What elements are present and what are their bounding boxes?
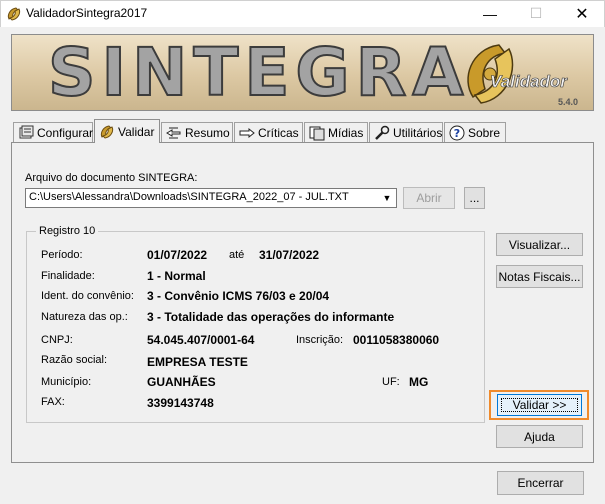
settings-icon — [19, 125, 34, 138]
tab-label: Mídias — [328, 125, 364, 140]
tab-midias[interactable]: Mídias — [304, 122, 368, 142]
group-title: Registro 10 — [36, 225, 99, 237]
razao-value: EMPRESA TESTE — [147, 355, 248, 369]
app-icon — [7, 7, 21, 21]
tab-criticas[interactable]: Críticas — [234, 122, 303, 142]
finalidade-label: Finalidade: — [41, 270, 95, 282]
banner-subtitle: Validador — [490, 72, 567, 92]
file-path-combobox[interactable]: C:\Users\Alessandra\Downloads\SINTEGRA_2… — [25, 188, 397, 208]
visualizar-button[interactable]: Visualizar... — [496, 233, 583, 256]
tab-label: Resumo — [185, 125, 230, 140]
razao-label: Razão social: — [41, 354, 108, 366]
banner-version: 5.4.0 — [558, 97, 579, 107]
open-button[interactable]: Abrir — [403, 187, 455, 209]
municipio-value: GUANHÃES — [147, 375, 216, 389]
convenio-value: 3 - Convênio ICMS 76/03 e 20/04 — [147, 289, 330, 303]
cnpj-label: CNPJ: — [41, 334, 73, 346]
inscricao-label: Inscrição: — [296, 334, 344, 346]
municipio-label: Município: — [41, 376, 92, 388]
media-icon — [309, 126, 325, 140]
help-icon: ? — [449, 125, 465, 140]
natureza-value: 3 - Totalidade das operações do informan… — [147, 310, 395, 324]
finalidade-value: 1 - Normal — [147, 269, 206, 283]
validar-button[interactable]: Validar >> — [497, 394, 582, 416]
encerrar-button[interactable]: Encerrar — [497, 471, 584, 495]
file-label: Arquivo do documento SINTEGRA: — [25, 172, 198, 184]
periodo-label: Período: — [41, 249, 83, 261]
focus-rect — [501, 398, 578, 412]
periodo-inicio: 01/07/2022 — [147, 248, 208, 262]
tab-resumo[interactable]: Resumo — [161, 122, 233, 142]
fax-label: FAX: — [41, 396, 65, 408]
svg-text:?: ? — [454, 127, 460, 140]
window-title: ValidadorSintegra2017 — [26, 6, 148, 20]
banner-title: SINTEGRA — [47, 34, 470, 111]
tab-label: Configurar — [37, 125, 94, 140]
natureza-label: Natureza das op.: — [41, 311, 128, 323]
wrench-icon — [375, 125, 390, 140]
convenio-label: Ident. do convênio: — [41, 290, 134, 302]
ajuda-button[interactable]: Ajuda — [496, 425, 583, 448]
maximize-button[interactable]: ☐ — [513, 0, 559, 27]
periodo-fim: 31/07/2022 — [259, 248, 320, 262]
validator-icon — [100, 124, 114, 139]
tab-utilitarios[interactable]: Utilitários — [369, 122, 443, 142]
fax-value: 3399143748 — [147, 396, 214, 410]
notas-fiscais-button[interactable]: Notas Fiscais... — [496, 265, 583, 288]
tab-label: Críticas — [258, 125, 299, 140]
tab-label: Validar — [118, 124, 155, 139]
uf-label: UF: — [382, 376, 400, 388]
close-button[interactable]: ✕ — [559, 0, 605, 27]
inscricao-value: 0011058380060 — [353, 333, 440, 347]
sintegra-banner: SINTEGRA Validador 5.4.0 — [11, 34, 594, 111]
chevron-down-icon[interactable]: ▼ — [378, 189, 396, 207]
tab-label: Utilitários — [393, 125, 443, 140]
tab-configurar[interactable]: Configurar — [13, 122, 93, 142]
registro-group — [26, 231, 485, 423]
minimize-button[interactable]: — — [467, 0, 513, 27]
cnpj-value: 54.045.407/0001-64 — [147, 333, 255, 347]
periodo-ate: até — [229, 249, 245, 261]
tab-sobre[interactable]: ? Sobre — [444, 122, 506, 142]
tab-label: Sobre — [468, 125, 501, 140]
tab-validar[interactable]: Validar — [94, 119, 160, 143]
summary-icon — [166, 127, 181, 138]
pointing-hand-icon — [239, 127, 255, 138]
uf-value: MG — [409, 375, 429, 389]
browse-button[interactable]: ... — [464, 187, 485, 209]
